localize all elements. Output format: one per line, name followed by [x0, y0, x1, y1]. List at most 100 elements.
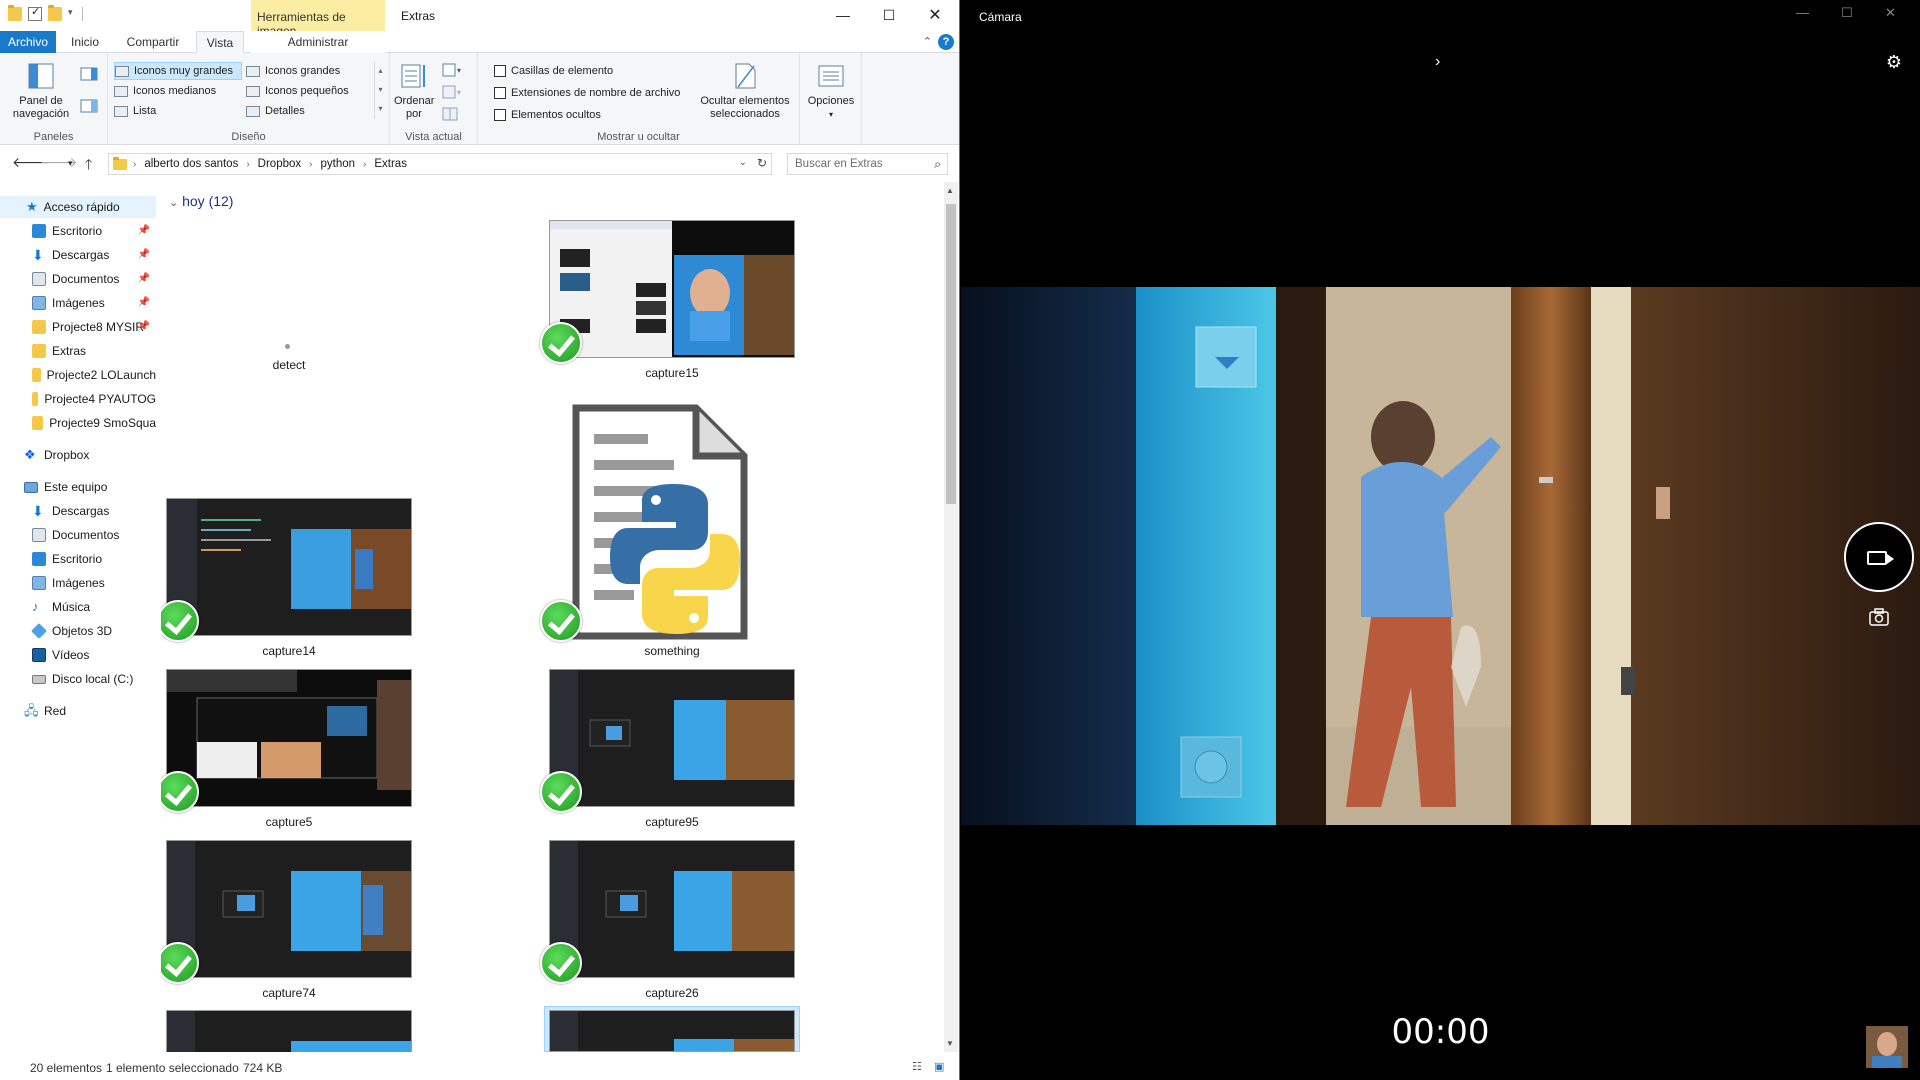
refresh-icon[interactable]: ↻ — [757, 156, 767, 170]
collapse-ribbon-icon[interactable]: ⌃ — [923, 35, 932, 48]
file-tile-selected[interactable] — [544, 1006, 800, 1052]
file-tile-partial[interactable] — [161, 1010, 417, 1052]
nav-network[interactable]: 🖧 Red — [24, 700, 156, 722]
nav-item-projecte8[interactable]: Projecte8 MYSIR 📌 — [32, 316, 156, 338]
layout-medium-icons[interactable]: Iconos medianos — [114, 82, 216, 100]
hide-selected-button[interactable]: Ocultar elementos seleccionados — [696, 61, 794, 121]
scrollbar-thumb[interactable] — [946, 204, 956, 504]
checkbox[interactable] — [494, 109, 506, 121]
tab-archivo[interactable]: Archivo — [0, 31, 56, 53]
camera-maximize-button[interactable]: ☐ — [1841, 5, 1853, 21]
nav-label: Descargas — [52, 248, 110, 262]
minimize-button[interactable]: — — [820, 0, 866, 30]
up-arrow-icon[interactable]: 🡑 — [85, 154, 92, 178]
gear-icon[interactable]: ⚙ — [1886, 52, 1902, 73]
nav-quick-access[interactable]: ★ Acceso rápido — [0, 196, 156, 218]
file-tile-detect[interactable]: detect — [161, 220, 417, 420]
preview-pane-icon[interactable] — [80, 67, 98, 81]
address-dropdown-icon[interactable]: ⌄ — [739, 157, 747, 168]
add-columns-icon[interactable]: ▾ — [442, 85, 464, 99]
layout-label: Iconos muy grandes — [134, 65, 234, 77]
hidden-items-toggle[interactable]: Elementos ocultos — [494, 106, 601, 124]
group-by-icon[interactable]: ▾ — [442, 63, 464, 77]
breadcrumb-user[interactable]: alberto dos santos — [144, 158, 238, 170]
help-icon[interactable]: ? — [938, 34, 954, 50]
nav-item-projecte2[interactable]: Projecte2 LOLaunch — [32, 364, 156, 386]
tab-vista[interactable]: Vista — [196, 31, 244, 53]
search-input[interactable]: Buscar en Extras ⌕ — [787, 153, 948, 175]
search-icon[interactable]: ⌕ — [934, 154, 941, 174]
nav-item-escritorio[interactable]: Escritorio 📌 — [32, 220, 156, 242]
nav-pc-imagenes[interactable]: Imágenes — [32, 572, 156, 594]
nav-item-extras[interactable]: Extras — [32, 340, 156, 362]
breadcrumb-extras[interactable]: Extras — [374, 158, 407, 170]
close-button[interactable]: ✕ — [912, 0, 958, 30]
layout-large-icons[interactable]: Iconos grandes — [246, 62, 340, 80]
file-tile-capture26[interactable]: capture26 — [540, 840, 800, 1010]
layout-details[interactable]: Detalles — [246, 102, 305, 120]
properties-icon[interactable] — [28, 5, 42, 21]
nav-item-documentos[interactable]: Documentos 📌 — [32, 268, 156, 290]
group-show-hide-label: Mostrar u ocultar — [597, 131, 680, 143]
nav-pc-descargas[interactable]: ⬇ Descargas — [32, 500, 156, 522]
item-checkboxes-toggle[interactable]: Casillas de elemento — [494, 62, 613, 80]
breadcrumb-python[interactable]: python — [320, 158, 355, 170]
layout-extra-large-icons[interactable]: Iconos muy grandes — [114, 62, 242, 80]
file-tile-capture14[interactable]: capture14 — [161, 498, 417, 668]
layout-icon — [115, 65, 129, 77]
nav-item-projecte9[interactable]: Projecte9 SmoSqua — [32, 412, 156, 434]
scroll-up-icon[interactable]: ▲ — [946, 186, 954, 195]
sort-by-button[interactable]: Ordenar por — [394, 61, 434, 121]
nav-item-projecte4[interactable]: Projecte4 PYAUTOG — [32, 388, 156, 410]
tab-administrar[interactable]: Administrar — [251, 31, 385, 53]
file-tile-something[interactable]: something — [540, 402, 800, 668]
tab-compartir[interactable]: Compartir — [120, 31, 186, 53]
maximize-button[interactable]: ☐ — [866, 0, 912, 30]
nav-pc-disco-local[interactable]: Disco local (C:) — [32, 668, 156, 690]
breadcrumb-dropbox[interactable]: Dropbox — [258, 158, 301, 170]
file-tile-capture15[interactable]: capture15 — [540, 220, 800, 420]
vertical-scrollbar[interactable]: ▲ ▼ — [944, 182, 958, 1052]
nav-pc-musica[interactable]: ♪ Música — [32, 596, 156, 618]
file-tile-capture74[interactable]: capture74 — [161, 840, 417, 1010]
camera-minimize-button[interactable]: — — [1796, 5, 1809, 20]
camera-close-button[interactable]: ✕ — [1885, 5, 1896, 21]
nav-item-imagenes[interactable]: Imágenes 📌 — [32, 292, 156, 314]
nav-pc-documentos[interactable]: Documentos — [32, 524, 156, 546]
layout-icon — [114, 105, 128, 117]
file-tile-capture95[interactable]: capture95 — [540, 669, 800, 839]
chevron-right-icon[interactable]: › — [1435, 53, 1440, 71]
options-dropdown-icon: ▾ — [828, 110, 833, 119]
nav-pc-escritorio[interactable]: Escritorio — [32, 548, 156, 570]
last-capture-thumbnail[interactable] — [1866, 1026, 1908, 1068]
record-video-button[interactable] — [1844, 522, 1914, 592]
address-box[interactable]: › alberto dos santos › Dropbox › python … — [108, 153, 772, 175]
layout-scroll[interactable]: ▴ ▾ ▾ — [374, 61, 386, 119]
layout-list[interactable]: Lista — [114, 102, 156, 120]
options-button[interactable]: Opciones ▾ — [804, 61, 858, 121]
details-view-icon[interactable]: ☷ — [912, 1060, 922, 1073]
file-name: something — [644, 644, 700, 658]
nav-dropbox[interactable]: ❖ Dropbox — [24, 444, 156, 466]
nav-pc-videos[interactable]: Vídeos — [32, 644, 156, 666]
qat-dropdown-icon[interactable]: ▾ — [68, 7, 76, 21]
file-tile-capture5[interactable]: capture5 — [161, 669, 417, 839]
details-pane-icon[interactable] — [80, 99, 98, 113]
nav-item-descargas[interactable]: ⬇ Descargas 📌 — [32, 244, 156, 266]
nav-this-pc[interactable]: Este equipo — [24, 476, 156, 498]
large-icons-view-icon[interactable]: ▣ — [934, 1060, 944, 1073]
take-photo-icon[interactable] — [1866, 604, 1892, 630]
layout-small-icons[interactable]: Iconos pequeños — [246, 82, 349, 100]
file-extensions-toggle[interactable]: Extensiones de nombre de archivo — [494, 84, 680, 102]
new-folder-icon[interactable] — [48, 5, 62, 21]
checkbox[interactable] — [494, 87, 506, 99]
size-columns-icon[interactable] — [442, 107, 458, 121]
navigation-pane-button[interactable]: Panel de navegación — [6, 61, 76, 121]
checkbox[interactable] — [494, 65, 506, 77]
recent-locations-icon[interactable]: ▾ — [68, 158, 73, 169]
nav-pc-objetos-3d[interactable]: Objetos 3D — [31, 620, 156, 642]
group-header[interactable]: ⌄ hoy (12) — [169, 190, 233, 212]
group-current-view-label: Vista actual — [405, 131, 462, 143]
scroll-down-icon[interactable]: ▼ — [946, 1039, 954, 1048]
tab-inicio[interactable]: Inicio — [64, 31, 106, 53]
